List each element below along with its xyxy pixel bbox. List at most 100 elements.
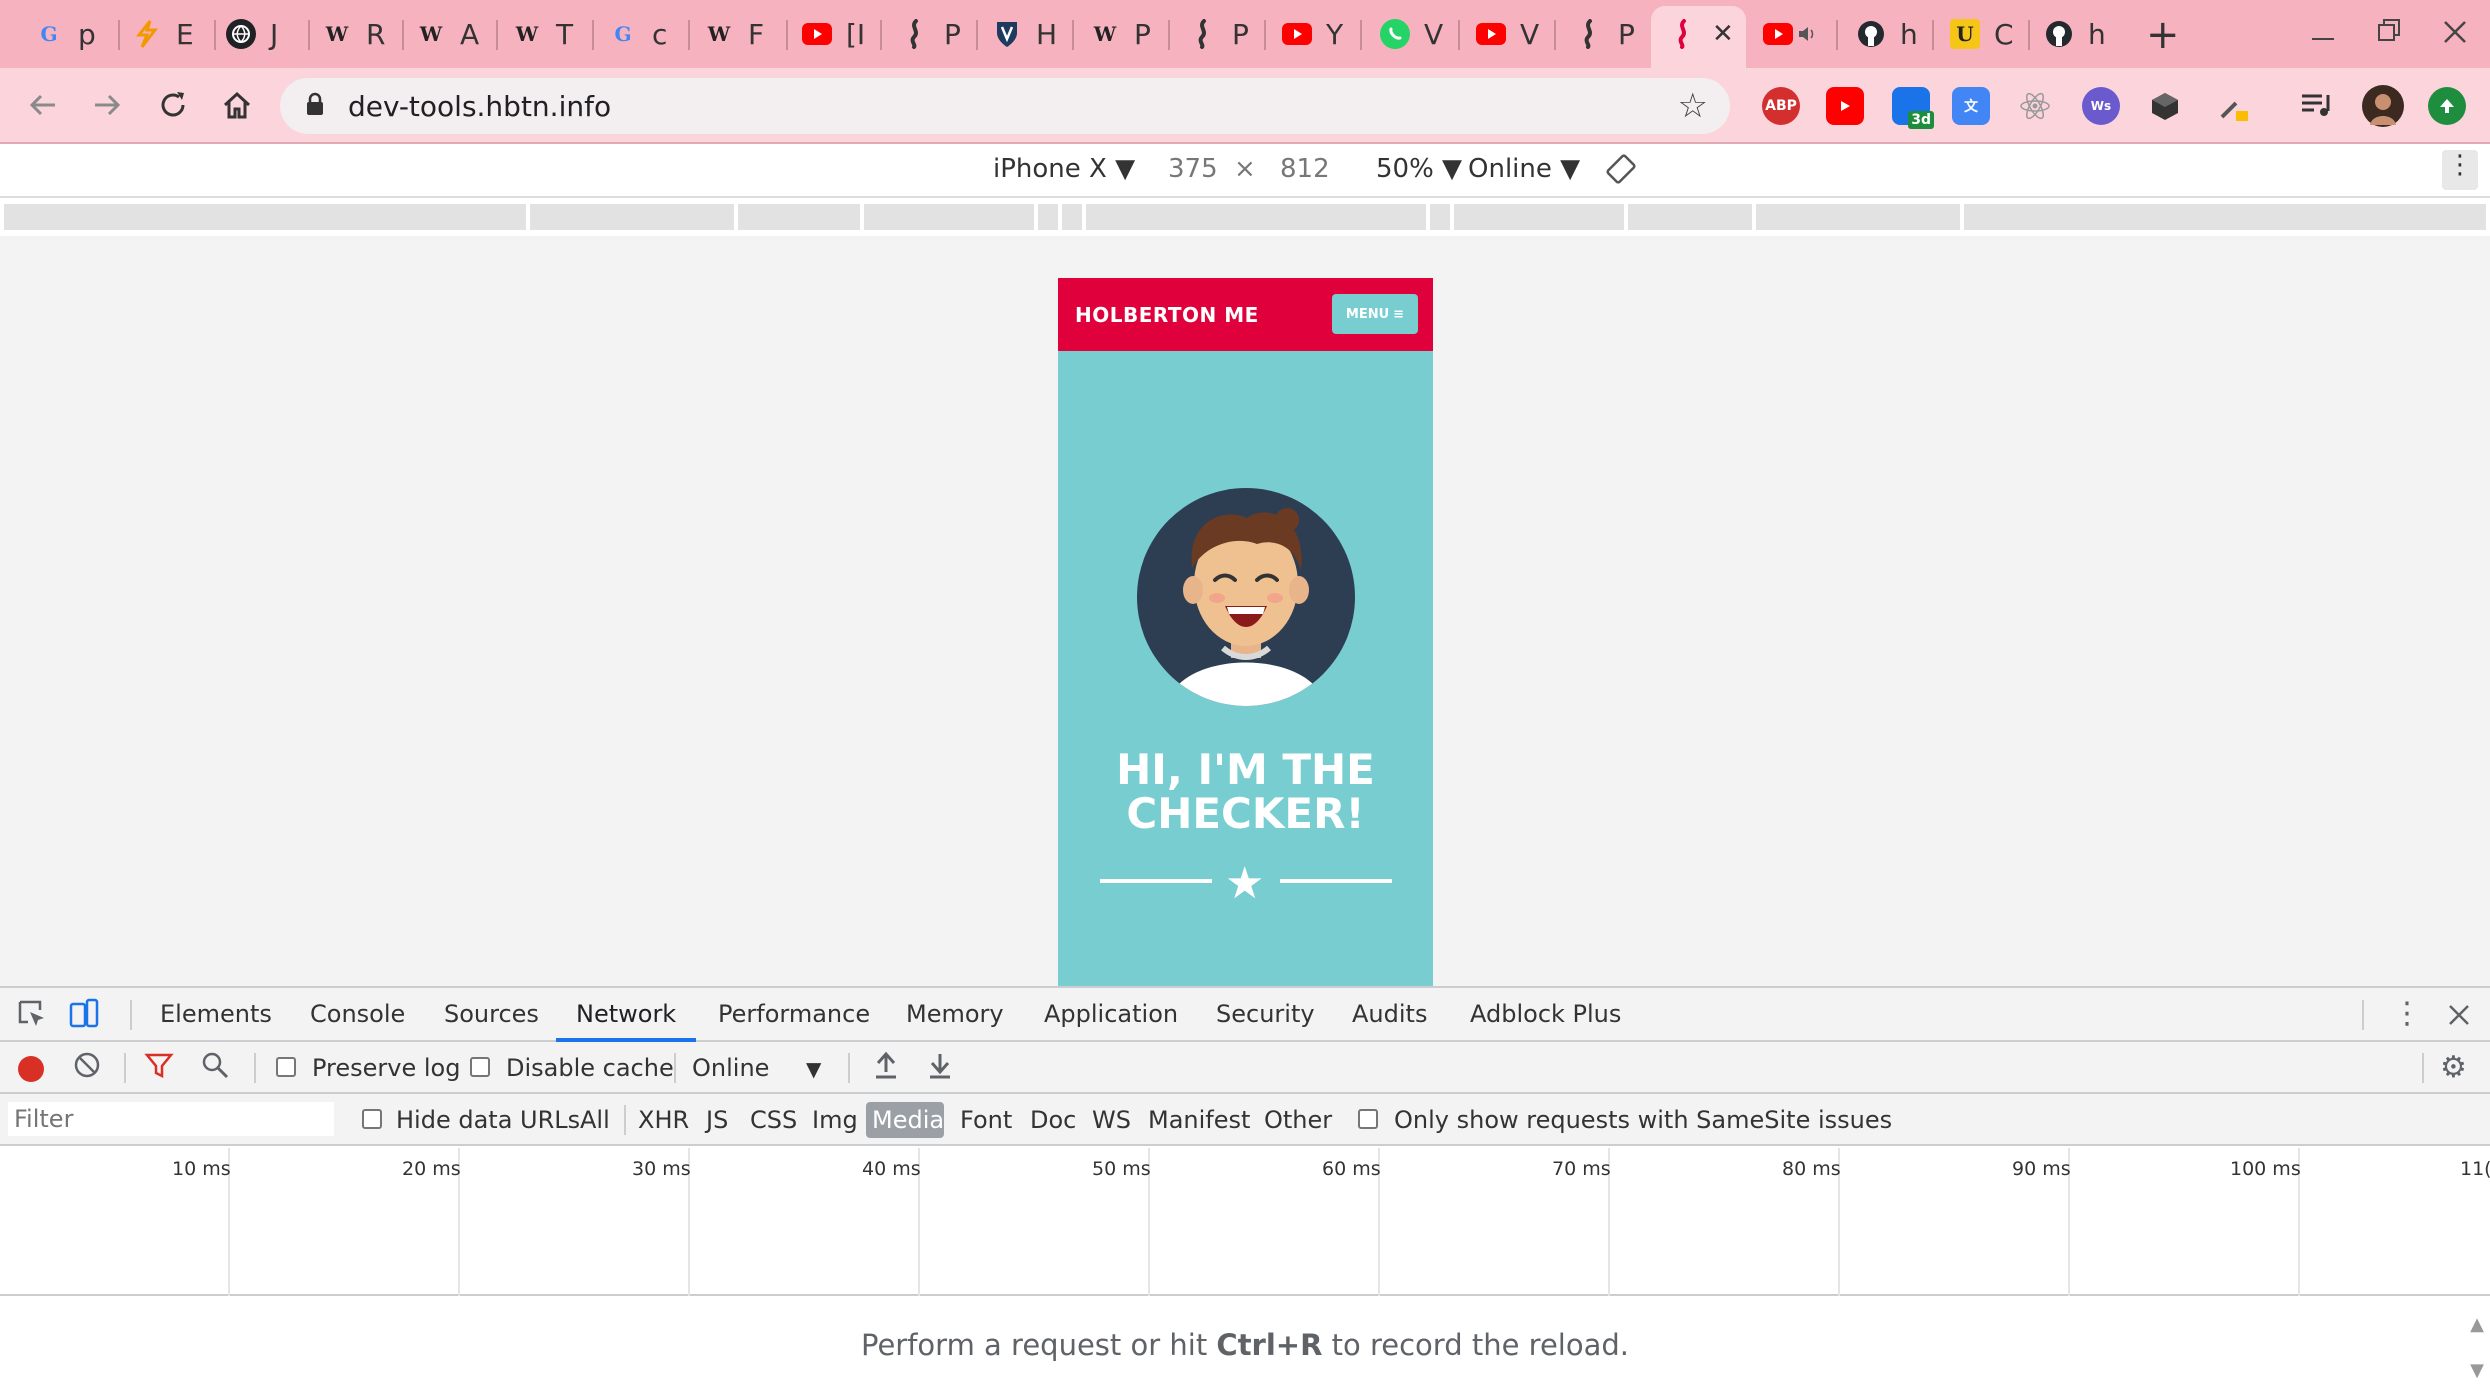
filter-js[interactable]: JS bbox=[706, 1106, 728, 1134]
media-query-segment[interactable] bbox=[738, 204, 860, 230]
media-query-segment[interactable] bbox=[1038, 204, 1058, 230]
home-button[interactable] bbox=[212, 80, 262, 130]
tab-16[interactable]: P bbox=[1570, 14, 1635, 54]
tab-19[interactable]: h bbox=[1852, 14, 1918, 54]
settings-gear-icon[interactable]: ⚙ bbox=[2440, 1050, 2467, 1085]
back-button[interactable] bbox=[18, 80, 68, 130]
filter-font[interactable]: Font bbox=[960, 1106, 1012, 1134]
tab-17-active[interactable]: ✕ bbox=[1664, 14, 1734, 54]
media-query-segment[interactable] bbox=[4, 204, 526, 230]
filter-all[interactable]: All bbox=[580, 1106, 610, 1134]
media-control-icon[interactable] bbox=[2298, 87, 2336, 125]
zoom-select[interactable]: 50% ▼ bbox=[1376, 154, 1462, 184]
new-tab-button[interactable]: + bbox=[2146, 12, 2180, 58]
filter-icon[interactable] bbox=[144, 1050, 174, 1088]
network-overview-timeline[interactable]: 10 ms 20 ms 30 ms 40 ms 50 ms 60 ms 70 m… bbox=[0, 1148, 2490, 1296]
media-query-segment[interactable] bbox=[1454, 204, 1624, 230]
device-select[interactable]: iPhone X ▼ bbox=[993, 154, 1135, 184]
filter-css[interactable]: CSS bbox=[750, 1106, 797, 1134]
url-text[interactable]: dev-tools.hbtn.info bbox=[348, 90, 611, 123]
tab-sources[interactable]: Sources bbox=[444, 1000, 539, 1028]
filter-xhr[interactable]: XHR bbox=[638, 1106, 689, 1134]
export-har-icon[interactable] bbox=[926, 1050, 954, 1088]
close-devtools-icon[interactable] bbox=[2446, 998, 2472, 1036]
tab-10[interactable]: H bbox=[988, 14, 1057, 54]
preserve-log-label[interactable]: Preserve log bbox=[312, 1054, 460, 1082]
throttle-select[interactable]: Online ▼ bbox=[1468, 154, 1580, 184]
record-button[interactable] bbox=[18, 1056, 44, 1082]
cube-extension-icon[interactable] bbox=[2146, 87, 2184, 125]
scroll-up-icon[interactable]: ▲ bbox=[2470, 1314, 2484, 1335]
search-icon[interactable] bbox=[200, 1050, 230, 1088]
samesite-label[interactable]: Only show requests with SameSite issues bbox=[1394, 1106, 1892, 1134]
tab-adblock-plus[interactable]: Adblock Plus bbox=[1470, 1000, 1621, 1028]
tab-18[interactable] bbox=[1758, 14, 1816, 54]
tab-performance[interactable]: Performance bbox=[718, 1000, 870, 1028]
media-query-segment[interactable] bbox=[1628, 204, 1752, 230]
network-throttle-select[interactable]: Online bbox=[692, 1054, 769, 1082]
disable-cache-label[interactable]: Disable cache bbox=[506, 1054, 674, 1082]
minimize-icon[interactable] bbox=[2310, 16, 2336, 54]
tab-13[interactable]: Y bbox=[1278, 14, 1343, 54]
tab-11[interactable]: W P bbox=[1086, 14, 1151, 54]
tab-3[interactable]: W R bbox=[318, 14, 386, 54]
tab-20[interactable]: U C bbox=[1946, 14, 2014, 54]
tab-21[interactable]: h bbox=[2040, 14, 2106, 54]
tab-security[interactable]: Security bbox=[1216, 1000, 1315, 1028]
avatar[interactable] bbox=[2362, 85, 2404, 127]
tab-application[interactable]: Application bbox=[1044, 1000, 1178, 1028]
tab-1[interactable]: E bbox=[128, 14, 194, 54]
scroll-down-icon[interactable]: ▼ bbox=[2470, 1360, 2484, 1381]
tab-audits[interactable]: Audits bbox=[1352, 1000, 1427, 1028]
update-arrow-icon[interactable] bbox=[2428, 87, 2466, 125]
import-har-icon[interactable] bbox=[872, 1050, 900, 1088]
site-brand[interactable]: HOLBERTON ME bbox=[1075, 303, 1259, 327]
clear-icon[interactable] bbox=[72, 1050, 102, 1088]
ws-extension-icon[interactable]: Ws bbox=[2082, 87, 2120, 125]
filter-img[interactable]: Img bbox=[812, 1106, 858, 1134]
media-query-segment[interactable] bbox=[1430, 204, 1450, 230]
adblock-plus-icon[interactable]: ABP bbox=[1762, 87, 1800, 125]
forward-button[interactable] bbox=[82, 80, 132, 130]
inspect-element-icon[interactable] bbox=[16, 998, 48, 1038]
tab-8[interactable]: [I bbox=[798, 14, 865, 54]
tab-5[interactable]: W T bbox=[508, 14, 573, 54]
menu-button[interactable]: MENU ≡ bbox=[1332, 294, 1418, 334]
media-query-segment[interactable] bbox=[1086, 204, 1426, 230]
tab-elements[interactable]: Elements bbox=[160, 1000, 272, 1028]
hide-data-urls-checkbox[interactable] bbox=[362, 1109, 382, 1129]
disable-cache-checkbox[interactable] bbox=[470, 1057, 490, 1077]
media-query-segment[interactable] bbox=[1964, 204, 2486, 230]
tab-15[interactable]: V bbox=[1472, 14, 1539, 54]
tab-console[interactable]: Console bbox=[310, 1000, 405, 1028]
samesite-checkbox[interactable] bbox=[1358, 1109, 1378, 1129]
filter-doc[interactable]: Doc bbox=[1030, 1106, 1076, 1134]
tab-7[interactable]: W F bbox=[700, 14, 764, 54]
tab-2[interactable]: J bbox=[222, 14, 278, 54]
reload-button[interactable] bbox=[148, 80, 198, 130]
device-toggle-icon[interactable] bbox=[68, 998, 100, 1038]
device-height-input[interactable]: 812 bbox=[1280, 154, 1330, 184]
tab-4[interactable]: W A bbox=[412, 14, 479, 54]
media-query-segment[interactable] bbox=[530, 204, 734, 230]
hide-data-urls-label[interactable]: Hide data URLs bbox=[396, 1106, 580, 1134]
youtube-extension-icon[interactable] bbox=[1826, 87, 1864, 125]
eyedropper-icon[interactable] bbox=[2214, 87, 2252, 125]
rotate-icon[interactable] bbox=[1604, 152, 1638, 193]
media-query-segment[interactable] bbox=[1756, 204, 1960, 230]
preserve-log-checkbox[interactable] bbox=[276, 1057, 296, 1077]
tab-network[interactable]: Network bbox=[576, 1000, 676, 1028]
restore-icon[interactable] bbox=[2376, 16, 2402, 54]
close-window-icon[interactable] bbox=[2442, 16, 2468, 54]
tab-0[interactable]: G p bbox=[30, 14, 95, 54]
tab-9[interactable]: P bbox=[896, 14, 961, 54]
react-devtools-icon[interactable] bbox=[2016, 87, 2054, 125]
filter-manifest[interactable]: Manifest bbox=[1148, 1106, 1250, 1134]
tab-memory[interactable]: Memory bbox=[906, 1000, 1004, 1028]
media-query-segment[interactable] bbox=[864, 204, 1034, 230]
tab-6[interactable]: G c bbox=[604, 14, 667, 54]
tab-12[interactable]: P bbox=[1184, 14, 1249, 54]
more-options-icon[interactable]: ⋮ bbox=[2442, 150, 2478, 190]
device-width-input[interactable]: 375 bbox=[1168, 154, 1218, 184]
chevron-down-icon[interactable]: ▼ bbox=[806, 1057, 821, 1081]
